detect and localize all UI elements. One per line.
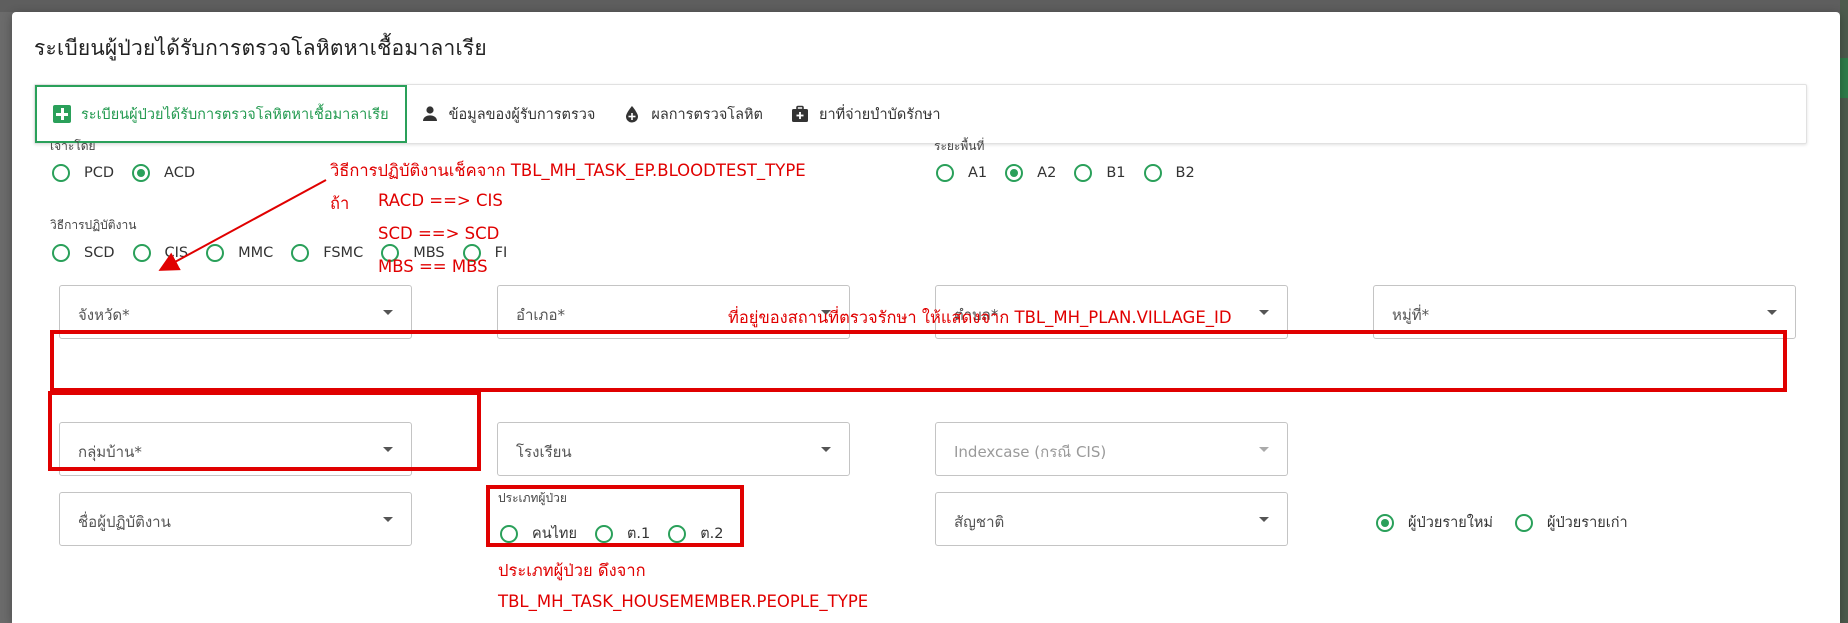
highlight-village-group [48,391,481,471]
annotation-patient-type-2: TBL_MH_TASK_HOUSEMEMBER.PEOPLE_TYPE [498,592,869,611]
annotation-mbs: MBS == MBS [378,257,488,276]
highlight-patient-type [486,485,744,547]
annotation-racd: RACD ==> CIS [378,191,503,210]
highlight-address-row [50,330,1787,392]
annotation-if: ถ้า [330,194,350,213]
annotation-scd: SCD ==> SCD [378,224,500,243]
annotation-method-source: วิธีการปฏิบัติงานเช็คจาก TBL_MH_TASK_EP.… [330,161,806,180]
annotation-address: ที่อยู่ของสถานที่ตรวจรักษา ให้แสดงจาก TB… [728,308,1232,327]
annotation-patient-type-1: ประเภทผู้ป่วย ดึงจาก [498,561,646,580]
